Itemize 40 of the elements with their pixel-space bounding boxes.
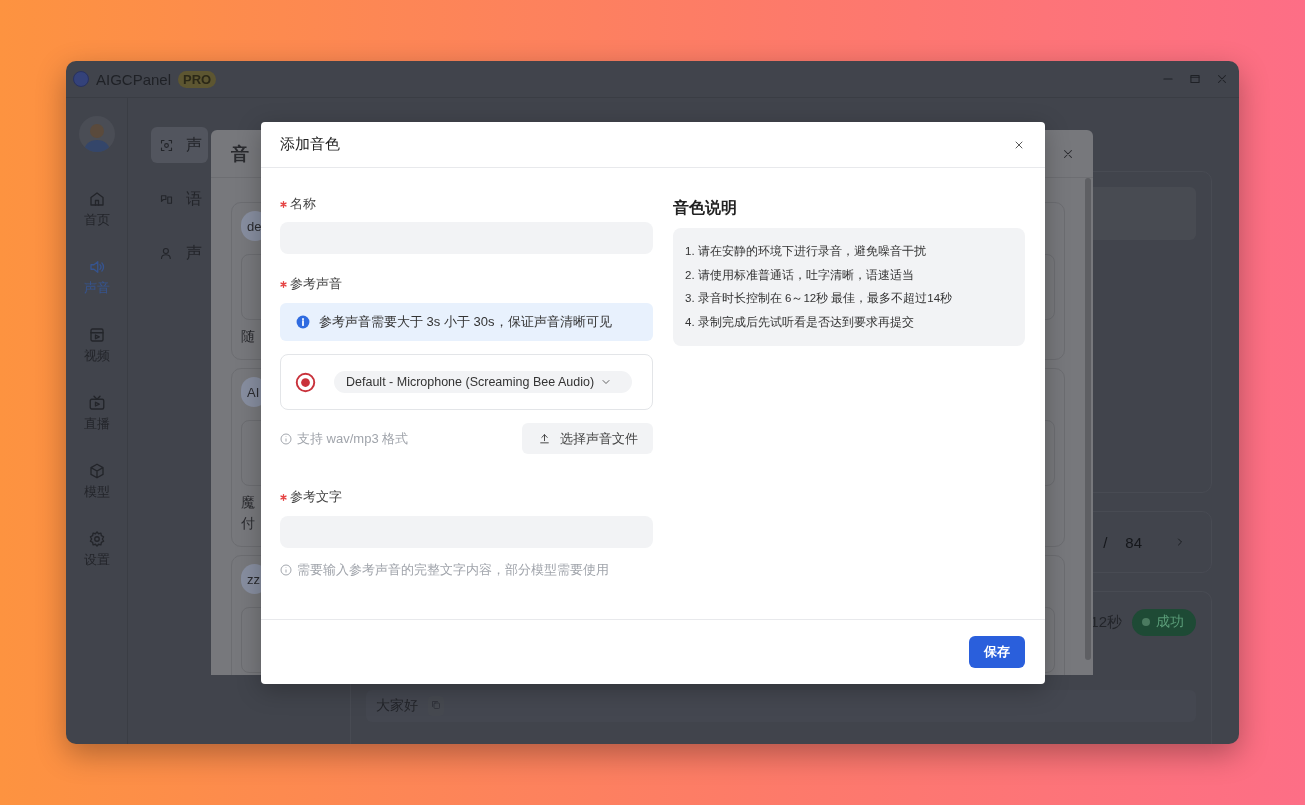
voice-description: 随 — [241, 327, 255, 346]
info-icon — [296, 315, 310, 329]
close-icon — [1215, 72, 1229, 86]
info-icon — [280, 564, 292, 576]
maximize-icon — [1188, 72, 1202, 86]
format-hint: 支持 wav/mp3 格式 — [297, 429, 409, 448]
notice-text: 参考声音需要大于 3s 小于 30s，保证声音清晰可见 — [319, 313, 612, 331]
scan-icon — [159, 137, 174, 153]
tv-icon — [87, 394, 106, 412]
person-icon — [159, 245, 174, 261]
settings-icon — [87, 530, 106, 548]
avatar-silhouette[interactable] — [78, 116, 115, 152]
guide-item: 1. 请在安静的环境下进行录音，避免噪音干扰 — [685, 244, 927, 259]
cube-icon — [87, 462, 106, 480]
modal-title: 添加音色 — [280, 135, 341, 154]
dialog-title: 音 — [231, 142, 249, 166]
microphone-select[interactable]: Default - Microphone (Screaming Bee Audio) — [334, 371, 632, 393]
app-logo-icon — [73, 71, 89, 87]
video-frame-icon — [87, 326, 106, 344]
scrollbar-thumb[interactable] — [1085, 178, 1091, 660]
guide-item: 2. 请使用标准普通话，吐字清晰，语速适当 — [685, 267, 915, 283]
guide-item: 3. 录音时长控制在 6～12秒 最佳，最多不超过14秒 — [685, 291, 954, 306]
upload-icon — [538, 432, 551, 445]
page-separator: / — [1103, 533, 1108, 551]
voice-description: 魔 — [241, 493, 255, 512]
home-icon — [87, 190, 106, 208]
status-badge: 成功 — [1132, 608, 1196, 636]
record-icon[interactable] — [295, 371, 316, 393]
field-label: 名称 — [290, 196, 316, 212]
text-hint: 需要输入参考声音的完整文字内容，部分模型需要使用 — [297, 561, 609, 579]
guide-item: 4. 录制完成后先试听看是否达到要求再提交 — [685, 314, 915, 330]
save-button[interactable]: 保存 — [969, 636, 1025, 668]
info-icon — [280, 432, 292, 445]
guide-title: 音色说明 — [673, 200, 738, 216]
nav-item[interactable]: 声音 — [83, 242, 110, 310]
upload-button[interactable]: 选择声音文件 — [522, 423, 653, 454]
voice-description: 付 — [241, 514, 255, 533]
field-label: 参考文字 — [290, 489, 342, 505]
field-label: 参考声音 — [290, 276, 342, 292]
speaker-icon — [87, 258, 106, 276]
